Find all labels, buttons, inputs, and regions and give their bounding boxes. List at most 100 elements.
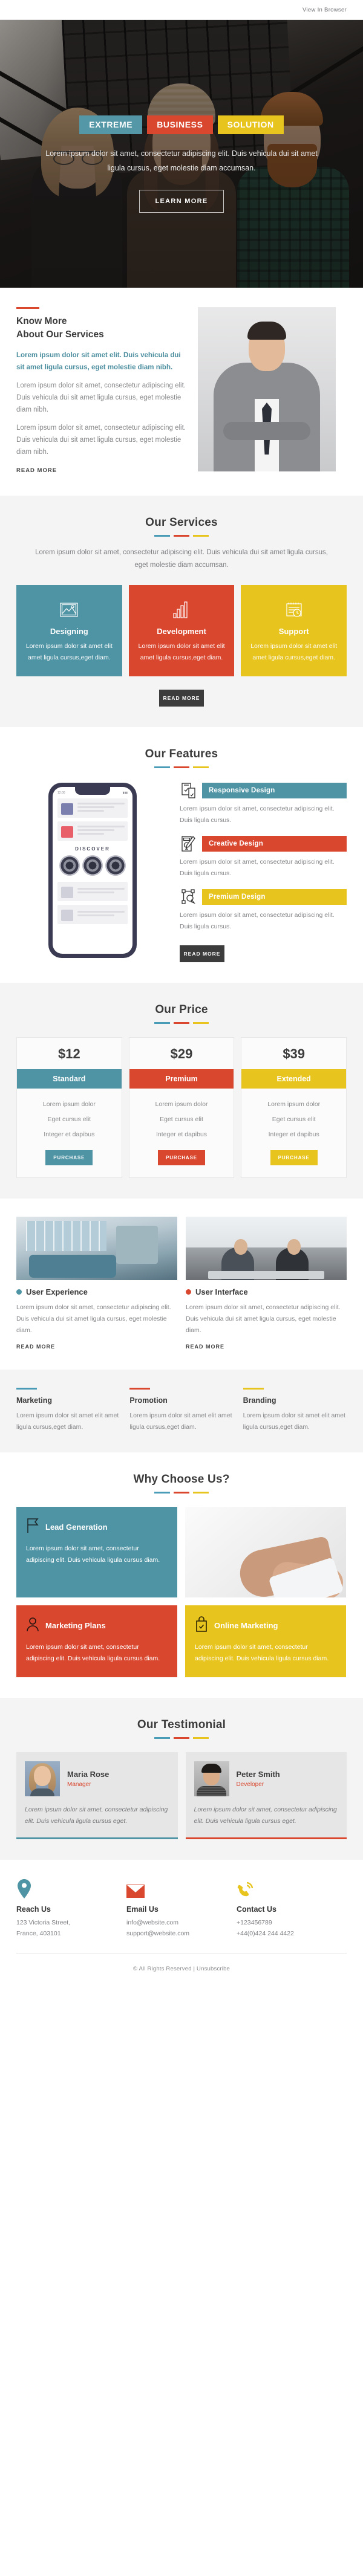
mini-card-text: Lorem ipsum dolor sit amet elit amet lig… (243, 1412, 345, 1431)
feature-text: Lorem ipsum dolor sit amet, consectetur … (180, 858, 335, 877)
footer-line-2: France, 403101 (16, 1930, 61, 1938)
testimonial-section: Our Testimonial Maria Rose Manager Lorem… (0, 1697, 363, 1860)
why-box-title: Online Marketing (214, 1620, 278, 1630)
service-card-text: Lorem ipsum dolor sit amet elit amet lig… (25, 642, 113, 661)
testimonial-card-peter-smith: Peter Smith Developer Lorem ipsum dolor … (185, 1752, 347, 1839)
phone-mockup-column: 12:00 ▮▮▮ DISCOVER (16, 783, 169, 962)
phone-signal-icon: ▮▮▮ (122, 791, 128, 795)
location-pin-icon (16, 1878, 126, 1898)
purchase-button[interactable]: PURCHASE (270, 1150, 318, 1166)
businessman-portrait-image (198, 307, 336, 471)
footer-column-email-us: Email Us info@website.com support@websit… (126, 1878, 237, 1940)
price-feature: Lorem ipsum dolor (155, 1101, 208, 1108)
flag-icon (26, 1518, 39, 1536)
ux-read-more-link[interactable]: READ MORE (16, 1344, 55, 1350)
title-divider (16, 1736, 347, 1739)
know-more-title-line1: Know More (16, 316, 67, 326)
testimonial-role: Manager (67, 1781, 91, 1788)
feature-label: Creative Design (202, 835, 347, 852)
phone-ring-icon (237, 1878, 347, 1898)
services-title: Our Services (145, 516, 218, 529)
mini-card-promotion: Promotion Lorem ipsum dolor sit amet eli… (129, 1388, 233, 1433)
footer-copyright[interactable]: © All Rights Reserved | Unsubscribe (16, 1953, 347, 1972)
accent-bar (16, 307, 39, 309)
footer: Reach Us 123 Victoria Street, France, 40… (0, 1859, 363, 1986)
know-more-read-more-link[interactable]: READ MORE (16, 467, 57, 474)
hero-tag-extreme: EXTREME (79, 115, 143, 134)
features-read-more-button[interactable]: READ MORE (180, 945, 224, 963)
status-dot-icon (16, 1289, 22, 1295)
title-divider (16, 766, 347, 769)
footer-line-1: 123 Victoria Street, (16, 1918, 71, 1926)
service-card-development[interactable]: Development Lorem ipsum dolor sit amet e… (128, 585, 235, 677)
why-box-marketing-plans: Marketing Plans Lorem ipsum dolor sit am… (16, 1605, 177, 1677)
testimonial-quote: Lorem ipsum dolor sit amet, consectetur … (194, 1805, 337, 1825)
calendar-clock-icon (248, 597, 339, 623)
footer-column-reach-us: Reach Us 123 Victoria Street, France, 40… (16, 1878, 126, 1940)
hero-tag-row: EXTREME BUSINESS SOLUTION (0, 115, 363, 134)
why-box-title: Marketing Plans (45, 1620, 106, 1630)
ui-card: User Interface Lorem ipsum dolor sit ame… (186, 1217, 347, 1351)
email-newsletter-page: View In Browser EXTREME BUSINESS SOLUTIO… (0, 0, 363, 1986)
features-section: Our Features 12:00 ▮▮▮ DISCOVER Responsi… (0, 727, 363, 983)
testimonial-name: Maria Rose (67, 1769, 110, 1779)
view-in-browser-link[interactable]: View In Browser (302, 7, 347, 13)
know-more-section: Know More About Our Services Lorem ipsum… (0, 288, 363, 496)
accent-bar (243, 1388, 264, 1390)
price-plan-name: Extended (241, 1069, 347, 1089)
person-icon (26, 1616, 39, 1635)
feature-text: Lorem ipsum dolor sit amet, consectetur … (180, 805, 335, 824)
price-feature: Integer et dapibus (268, 1130, 319, 1138)
price-feature: Lorem ipsum dolor (267, 1101, 321, 1108)
ui-thumbnail-image (186, 1217, 347, 1281)
price-section: Our Price $12 Standard Lorem ipsum dolor… (0, 983, 363, 1199)
ux-thumbnail-image (16, 1217, 177, 1281)
ui-card-text: Lorem ipsum dolor sit amet, consectetur … (186, 1304, 341, 1335)
footer-column-lines: 123 Victoria Street, France, 403101 (16, 1917, 126, 1940)
hero-learn-more-button[interactable]: LEARN MORE (139, 189, 224, 213)
mini-card-marketing: Marketing Lorem ipsum dolor sit amet eli… (16, 1388, 120, 1433)
ux-card-text: Lorem ipsum dolor sit amet, consectetur … (16, 1304, 171, 1335)
footer-column-lines: +123456789 +44(0)424 244 4422 (237, 1917, 347, 1940)
price-card-row: $12 Standard Lorem ipsum dolor Eget curs… (16, 1037, 347, 1179)
service-card-support[interactable]: Support Lorem ipsum dolor sit amet elit … (241, 585, 347, 677)
footer-line-2[interactable]: +44(0)424 244 4422 (237, 1930, 294, 1937)
mini-card-title: Marketing (16, 1396, 53, 1405)
accent-bar (129, 1388, 151, 1390)
mini-columns-section: Marketing Lorem ipsum dolor sit amet eli… (0, 1370, 363, 1452)
mini-card-text: Lorem ipsum dolor sit amet elit amet lig… (129, 1412, 232, 1431)
services-read-more-button[interactable]: READ MORE (159, 690, 204, 707)
hero-subtitle: Lorem ipsum dolor sit amet, consectetur … (45, 149, 318, 173)
footer-line-1[interactable]: info@website.com (126, 1919, 178, 1926)
price-feature: Eget cursus elit (47, 1116, 91, 1124)
ux-ui-section: User Experience Lorem ipsum dolor sit am… (0, 1199, 363, 1370)
price-amount: $12 (57, 1046, 80, 1062)
mini-card-branding: Branding Lorem ipsum dolor sit amet elit… (243, 1388, 347, 1433)
know-more-paragraph-2: Lorem ipsum dolor sit amet, consectetur … (16, 424, 186, 456)
ui-read-more-link[interactable]: READ MORE (186, 1344, 224, 1350)
ux-card: User Experience Lorem ipsum dolor sit am… (16, 1217, 177, 1351)
footer-column-contact-us: Contact Us +123456789 +44(0)424 244 4422 (237, 1878, 347, 1940)
why-box-title: Lead Generation (45, 1522, 108, 1532)
avatar (25, 1761, 60, 1796)
feature-text: Lorem ipsum dolor sit amet, consectetur … (180, 911, 335, 930)
know-more-highlight: Lorem ipsum dolor sit amet elit. Duis ve… (16, 351, 181, 372)
mini-card-title: Promotion (129, 1396, 168, 1405)
footer-line-2[interactable]: support@website.com (126, 1930, 189, 1937)
footer-line-1[interactable]: +123456789 (237, 1919, 272, 1926)
ui-card-title-text: User Interface (195, 1287, 248, 1297)
price-feature: Eget cursus elit (272, 1116, 316, 1124)
testimonial-role: Developer (236, 1781, 264, 1788)
service-card-designing[interactable]: Designing Lorem ipsum dolor sit amet eli… (16, 585, 122, 677)
purchase-button[interactable]: PURCHASE (157, 1150, 206, 1166)
service-card-title: Support (278, 627, 309, 636)
features-title: Our Features (145, 748, 218, 761)
avatar (194, 1761, 229, 1796)
purchase-button[interactable]: PURCHASE (45, 1150, 93, 1166)
why-choose-us-title: Why Choose Us? (133, 1472, 230, 1486)
price-amount: $39 (283, 1046, 306, 1062)
feature-premium-design: Premium Design Lorem ipsum dolor sit ame… (180, 888, 347, 933)
hero-tag-business: BUSINESS (147, 115, 213, 134)
testimonial-quote: Lorem ipsum dolor sit amet, consectetur … (25, 1805, 168, 1825)
phone-status-time: 12:00 (57, 791, 65, 795)
